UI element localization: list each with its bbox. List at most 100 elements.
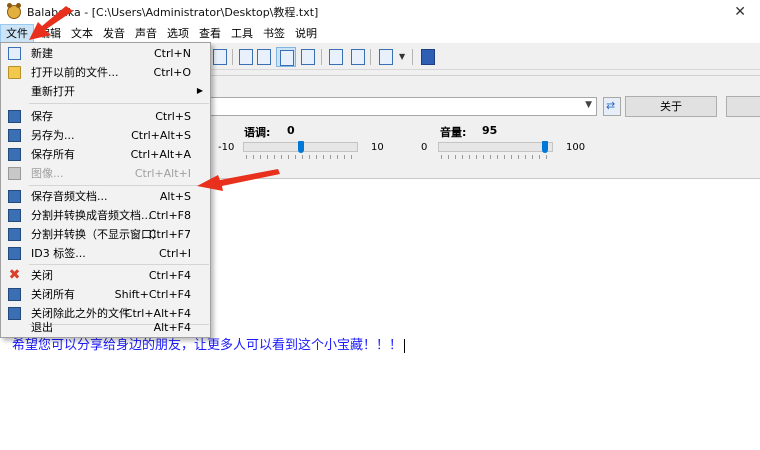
file-menu-label: 退出 xyxy=(31,321,53,334)
file-menu-shortcut: Ctrl+Alt+A xyxy=(130,148,191,161)
toolbar-separator xyxy=(370,49,371,65)
menu-tools[interactable]: 工具 xyxy=(226,24,258,43)
title-bar: Balabolka - [C:\Users\Administrator\Desk… xyxy=(0,0,760,24)
voice-tab-strip xyxy=(205,75,760,93)
save-as-icon xyxy=(8,129,21,142)
file-menu-label: 分割并转换成音频文档... xyxy=(31,209,152,222)
file-menu-label: 关闭所有 xyxy=(31,288,75,301)
file-menu-close-all[interactable]: 关闭所有 Shift+Ctrl+F4 xyxy=(2,285,209,304)
file-menu-label: 分割并转换（不显示窗口） xyxy=(31,228,163,241)
file-menu-shortcut: Alt+F4 xyxy=(153,321,191,334)
id3-tag-icon xyxy=(8,247,21,260)
file-menu-label: 关闭 xyxy=(31,269,53,282)
toolbar-save-audio-icon[interactable] xyxy=(254,47,274,67)
pitch-value: 0 xyxy=(287,124,295,137)
file-menu-label: ID3 标签... xyxy=(31,247,86,260)
close-icon: ✖ xyxy=(8,267,21,283)
volume-value: 95 xyxy=(482,124,498,137)
file-menu-shortcut: Ctrl+Alt+I xyxy=(134,167,191,180)
file-menu-open-recent[interactable]: 打开以前的文件... Ctrl+O xyxy=(2,63,209,82)
file-menu-close[interactable]: ✖ 关闭 Ctrl+F4 xyxy=(2,266,209,285)
toolbar-join-icon[interactable] xyxy=(348,47,368,67)
menu-separator xyxy=(29,103,209,104)
file-menu-split-convert-hidden[interactable]: 分割并转换（不显示窗口） Ctrl+F7 xyxy=(2,225,209,244)
volume-slider-thumb[interactable] xyxy=(542,141,548,153)
toolbar-separator xyxy=(412,49,413,65)
volume-max: 100 xyxy=(566,142,586,153)
file-menu-new[interactable]: 新建 Ctrl+N xyxy=(2,44,209,63)
menu-help[interactable]: 说明 xyxy=(290,24,322,43)
file-menu-shortcut: Ctrl+F8 xyxy=(148,209,191,222)
pitch-slider-ticks xyxy=(246,155,356,159)
volume-min: 0 xyxy=(421,142,428,153)
menu-text[interactable]: 文本 xyxy=(66,24,98,43)
pitch-min: -10 xyxy=(218,142,235,153)
toolbar-help-icon[interactable] xyxy=(418,47,438,67)
menu-separator xyxy=(29,185,209,186)
file-menu-shortcut: Ctrl+O xyxy=(153,66,191,79)
voice-settings-button[interactable] xyxy=(726,96,760,117)
editor-text-content: 希望您可以分享给身边的朋友，让更多人可以看到这个小宝藏！！！ xyxy=(12,338,403,353)
file-menu-label: 新建 xyxy=(31,47,53,60)
close-window-icon[interactable]: ✕ xyxy=(734,4,746,20)
toolbar-text-view-icon[interactable] xyxy=(276,47,296,67)
file-menu-label: 保存音频文档... xyxy=(31,190,108,203)
toolbar-stop-icon[interactable] xyxy=(210,47,230,67)
file-menu-label: 重新打开 xyxy=(31,85,75,98)
file-menu-shortcut: Alt+S xyxy=(159,190,191,203)
about-voice-button[interactable]: 关于 xyxy=(625,96,717,117)
menu-view[interactable]: 查看 xyxy=(194,24,226,43)
toolbar-bookmark-icon[interactable] xyxy=(376,47,396,67)
file-menu-label: 另存为... xyxy=(31,129,75,142)
toolbar-separator xyxy=(232,49,233,65)
toolbar-dictionary-icon[interactable] xyxy=(298,47,318,67)
file-menu-shortcut: Shift+Ctrl+F4 xyxy=(114,288,191,301)
file-menu-label: 保存所有 xyxy=(31,148,75,161)
menu-separator xyxy=(29,264,209,265)
sync-voice-button[interactable] xyxy=(603,97,621,116)
file-menu-shortcut: Ctrl+F4 xyxy=(148,269,191,282)
file-menu-save[interactable]: 保存 Ctrl+S xyxy=(2,107,209,126)
file-menu-shortcut: Ctrl+F7 xyxy=(148,228,191,241)
split-convert-icon xyxy=(8,209,21,222)
image-icon xyxy=(8,167,21,180)
menu-options[interactable]: 选项 xyxy=(162,24,194,43)
file-menu-save-audio[interactable]: 保存音频文档... Alt+S xyxy=(2,187,209,206)
volume-label: 音量: xyxy=(440,126,467,139)
file-menu-save-all[interactable]: 保存所有 Ctrl+Alt+A xyxy=(2,145,209,164)
file-menu-save-as[interactable]: 另存为... Ctrl+Alt+S xyxy=(2,126,209,145)
menu-pronunciation[interactable]: 发音 xyxy=(98,24,130,43)
file-menu-dropdown: 新建 Ctrl+N 打开以前的文件... Ctrl+O 重新打开 ▶ 保存 Ct… xyxy=(0,42,211,338)
menu-bar: 文件 编辑 文本 发音 声音 选项 查看 工具 书签 说明 xyxy=(0,24,760,43)
toolbar-split-icon[interactable] xyxy=(326,47,346,67)
file-menu-split-convert[interactable]: 分割并转换成音频文档... Ctrl+F8 xyxy=(2,206,209,225)
pitch-max: 10 xyxy=(371,142,384,153)
file-menu-shortcut: Ctrl+N xyxy=(153,47,191,60)
split-convert-hidden-icon xyxy=(8,228,21,241)
window-title: Balabolka - [C:\Users\Administrator\Desk… xyxy=(27,6,319,19)
pitch-label: 语调: xyxy=(244,126,271,139)
chevron-down-icon[interactable]: ▼ xyxy=(399,52,405,61)
file-menu-shortcut: Ctrl+S xyxy=(155,110,191,123)
toolbar-read-clipboard-icon[interactable] xyxy=(236,47,256,67)
file-menu-exit[interactable]: 退出 Alt+F4 xyxy=(2,318,209,337)
voice-select[interactable]: ▼ xyxy=(205,97,597,116)
volume-slider-ticks xyxy=(441,155,551,159)
menu-bookmarks[interactable]: 书签 xyxy=(258,24,290,43)
file-menu-label: 打开以前的文件... xyxy=(31,66,119,79)
save-icon xyxy=(8,110,21,123)
menu-edit[interactable]: 编辑 xyxy=(34,24,66,43)
menu-file[interactable]: 文件 xyxy=(0,24,34,43)
file-menu-reopen[interactable]: 重新打开 ▶ xyxy=(2,82,209,101)
file-menu-id3-tags[interactable]: ID3 标签... Ctrl+I xyxy=(2,244,209,263)
volume-slider-track[interactable] xyxy=(438,142,553,152)
pitch-slider-thumb[interactable] xyxy=(298,141,304,153)
menu-sound[interactable]: 声音 xyxy=(130,24,162,43)
balabolka-app-icon xyxy=(7,3,21,19)
text-cursor xyxy=(404,338,406,353)
file-menu-shortcut: Ctrl+I xyxy=(158,247,191,260)
toolbar-separator xyxy=(321,49,322,65)
file-menu-image: 图像... Ctrl+Alt+I xyxy=(2,164,209,183)
close-all-icon xyxy=(8,288,21,301)
save-audio-icon xyxy=(8,190,21,203)
